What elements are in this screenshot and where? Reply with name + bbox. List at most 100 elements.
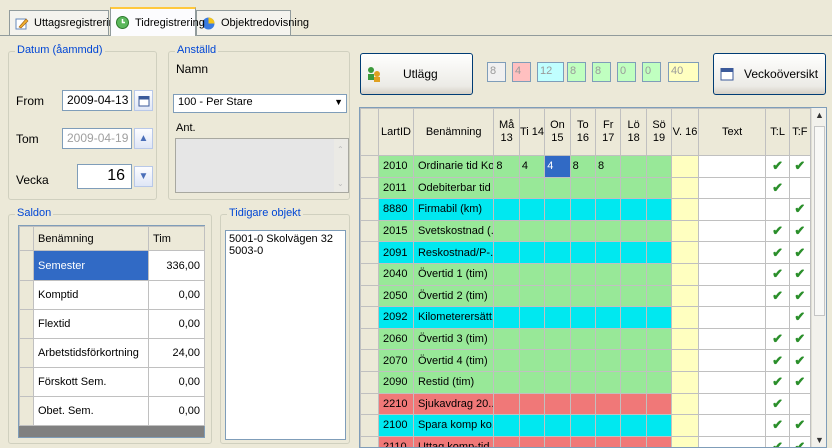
text-cell[interactable]	[697, 241, 767, 264]
day-cell-thu[interactable]	[569, 370, 597, 394]
row-selector[interactable]	[360, 370, 379, 394]
day-cell-sun[interactable]	[645, 435, 673, 447]
tl-checkbox[interactable]: ✔	[765, 349, 790, 372]
row-selector[interactable]	[360, 392, 379, 416]
table-row[interactable]: 2070 Övertid 4 (tim) ✔ ✔	[360, 349, 812, 372]
day-cell-wed[interactable]	[544, 176, 571, 200]
row-selector[interactable]	[360, 155, 379, 178]
day-cell-wed[interactable]	[544, 241, 571, 264]
table-row[interactable]: 2090 Restid (tim) ✔ ✔	[360, 370, 812, 394]
row-selector[interactable]	[360, 435, 379, 447]
day-cell-thu[interactable]	[569, 198, 597, 221]
tl-checkbox[interactable]	[765, 198, 790, 221]
day-cell-sat[interactable]	[620, 349, 647, 372]
table-row[interactable]: 2092 Kilometerersätt... ✔	[360, 306, 812, 329]
tl-checkbox[interactable]: ✔	[765, 176, 790, 200]
day-cell-mon[interactable]	[493, 219, 520, 243]
day-cell-sun[interactable]	[645, 155, 673, 178]
day-cell-mon[interactable]	[493, 176, 520, 200]
text-cell[interactable]	[697, 284, 767, 308]
utlagg-button[interactable]: Utlägg	[360, 53, 473, 95]
day-cell-thu[interactable]	[569, 327, 597, 351]
row-selector[interactable]	[360, 219, 379, 243]
day-cell-thu[interactable]	[569, 262, 597, 286]
table-row[interactable]: 2015 Svetskostnad (... ✔ ✔	[360, 219, 812, 243]
day-cell-thu[interactable]	[569, 306, 597, 329]
day-cell-fri[interactable]	[595, 262, 622, 286]
day-cell-fri[interactable]	[595, 241, 622, 264]
day-cell-fri[interactable]	[595, 349, 622, 372]
tl-checkbox[interactable]: ✔	[765, 219, 790, 243]
text-cell[interactable]	[697, 198, 767, 221]
day-cell-sun[interactable]	[645, 241, 673, 264]
row-selector[interactable]	[19, 250, 34, 281]
tf-checkbox[interactable]: ✔	[788, 155, 812, 178]
row-selector[interactable]	[19, 367, 34, 397]
text-cell[interactable]	[697, 327, 767, 351]
text-cell[interactable]	[697, 435, 767, 447]
day-cell-tue[interactable]	[518, 306, 546, 329]
day-cell-tue[interactable]	[518, 241, 546, 264]
day-cell-mon[interactable]	[493, 241, 520, 264]
tf-checkbox[interactable]: ✔	[788, 327, 812, 351]
day-cell-wed[interactable]	[544, 435, 571, 447]
day-cell-tue[interactable]	[518, 370, 546, 394]
day-cell-sun[interactable]	[645, 370, 673, 394]
day-cell-thu[interactable]	[569, 176, 597, 200]
table-row[interactable]: 2060 Övertid 3 (tim) ✔ ✔	[360, 327, 812, 351]
day-cell-sun[interactable]	[645, 392, 673, 416]
tf-checkbox[interactable]: ✔	[788, 262, 812, 286]
day-cell-sat[interactable]	[620, 414, 647, 437]
day-cell-wed[interactable]	[544, 392, 571, 416]
table-row[interactable]: 2100 Spara komp ko... ✔ ✔	[360, 414, 812, 437]
row-selector[interactable]	[360, 284, 379, 308]
list-item[interactable]: 5003-0	[229, 245, 342, 257]
table-row[interactable]: Semester 336,00	[19, 250, 205, 281]
day-cell-mon[interactable]	[493, 435, 520, 447]
col-header-lartid[interactable]: LartID	[378, 108, 414, 156]
tl-checkbox[interactable]: ✔	[765, 284, 790, 308]
day-cell-thu[interactable]	[569, 349, 597, 372]
tf-checkbox[interactable]: ✔	[788, 241, 812, 264]
day-cell-tue[interactable]	[518, 262, 546, 286]
row-selector[interactable]	[360, 198, 379, 221]
table-row[interactable]: Komptid 0,00	[19, 280, 205, 310]
from-date-input[interactable]: 2009-04-13	[62, 90, 132, 111]
text-cell[interactable]	[697, 414, 767, 437]
day-cell-sat[interactable]	[620, 392, 647, 416]
day-cell-fri[interactable]	[595, 414, 622, 437]
day-cell-wed[interactable]	[544, 414, 571, 437]
text-cell[interactable]	[697, 176, 767, 200]
day-cell-mon[interactable]	[493, 327, 520, 351]
day-cell-sun[interactable]	[645, 198, 673, 221]
tf-checkbox[interactable]: ✔	[788, 284, 812, 308]
day-cell-tue[interactable]	[518, 392, 546, 416]
col-header-fri[interactable]: Fr 17	[595, 108, 622, 156]
day-cell-thu[interactable]	[569, 241, 597, 264]
day-cell-mon[interactable]	[493, 414, 520, 437]
row-selector[interactable]	[360, 349, 379, 372]
day-cell-thu[interactable]	[569, 414, 597, 437]
day-cell-fri[interactable]	[595, 176, 622, 200]
day-cell-sat[interactable]	[620, 262, 647, 286]
day-cell-thu[interactable]	[569, 219, 597, 243]
text-cell[interactable]	[697, 219, 767, 243]
table-row[interactable]: 2091 Reskostnad/P-... ✔ ✔	[360, 241, 812, 264]
col-header-week[interactable]: V. 16	[671, 108, 699, 156]
scrollbar-thumb[interactable]	[814, 126, 825, 316]
tab-tidregistrering[interactable]: Tidregistrering	[110, 7, 205, 36]
col-header-thu[interactable]: To 16	[569, 108, 597, 156]
day-cell-fri[interactable]	[595, 435, 622, 447]
tl-checkbox[interactable]: ✔	[765, 262, 790, 286]
row-selector[interactable]	[360, 306, 379, 329]
day-cell-wed[interactable]	[544, 284, 571, 308]
day-cell-fri[interactable]	[595, 392, 622, 416]
day-cell-tue[interactable]	[518, 327, 546, 351]
day-cell-mon[interactable]: 8	[493, 155, 520, 178]
day-cell-sat[interactable]	[620, 370, 647, 394]
day-cell-mon[interactable]	[493, 306, 520, 329]
table-row[interactable]: 2050 Övertid 2 (tim) ✔ ✔	[360, 284, 812, 308]
row-selector[interactable]	[19, 280, 34, 310]
day-cell-mon[interactable]	[493, 198, 520, 221]
tl-checkbox[interactable]: ✔	[765, 327, 790, 351]
